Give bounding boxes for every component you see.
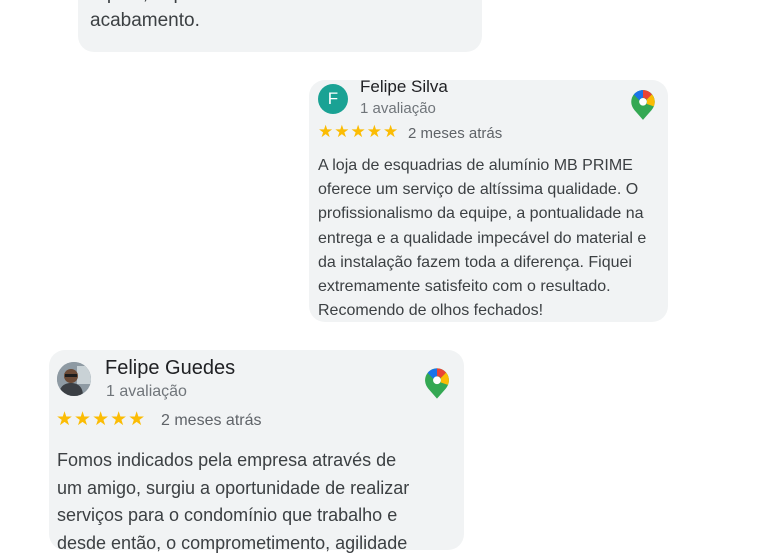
- avatar: [57, 362, 91, 396]
- review-count: 1 avaliação: [106, 383, 187, 400]
- review-card: Felipe Guedes 1 avaliação ★★★★★ 2 meses …: [49, 350, 464, 553]
- reviewer-name: Felipe Silva: [360, 77, 448, 96]
- review-time: 2 meses atrás: [408, 125, 503, 142]
- review-time: 2 meses atrás: [161, 412, 262, 429]
- rating-stars: ★★★★★: [318, 122, 400, 141]
- review-count: 1 avaliação: [360, 100, 436, 117]
- google-maps-pin-icon: [425, 368, 449, 399]
- review-text: rápido, caprichado e com excelente acaba…: [90, 0, 390, 31]
- review-card: F Felipe Silva 1 avaliação ★★★★★ 2 meses…: [309, 77, 668, 322]
- google-maps-pin-icon: [631, 90, 655, 120]
- review-card: rápido, caprichado e com excelente acaba…: [78, 0, 482, 52]
- reviewer-name: Felipe Guedes: [105, 357, 236, 379]
- avatar: F: [318, 84, 348, 114]
- rating-stars: ★★★★★: [56, 409, 147, 430]
- review-text: Fomos indicados pela empresa através de …: [57, 450, 410, 553]
- avatar-photo-icon: [57, 362, 91, 396]
- review-text: A loja de esquadrias de alumínio MB PRIM…: [318, 157, 647, 320]
